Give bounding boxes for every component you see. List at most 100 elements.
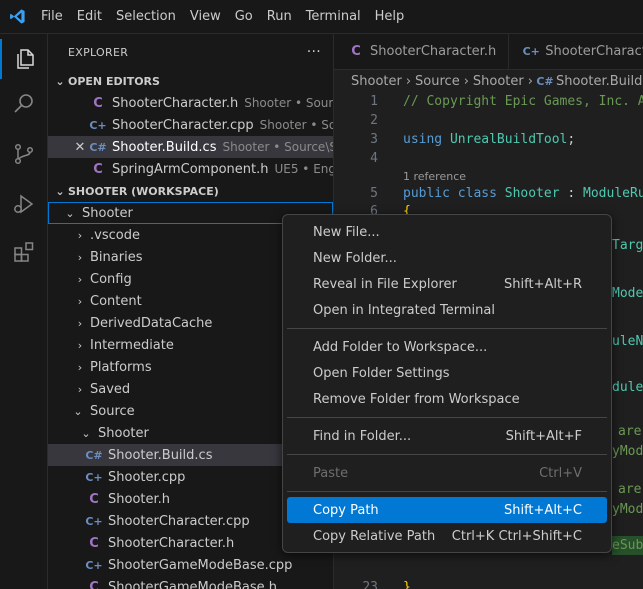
menu-item-open-in-terminal[interactable]: Open in Integrated Terminal: [287, 297, 607, 323]
menu-item-label: Remove Folder from Workspace: [313, 391, 520, 407]
menu-go[interactable]: Go: [228, 0, 260, 34]
chevron-down-icon: ⌄: [55, 184, 65, 198]
csharp-file-icon: C#: [89, 140, 107, 154]
chevron-right-icon: ›: [527, 73, 533, 89]
menu-item-add-folder-to-workspace[interactable]: Add Folder to Workspace...: [287, 334, 607, 360]
menu-item-remove-folder-from-workspace[interactable]: Remove Folder from Workspace: [287, 386, 607, 412]
menu-separator: [287, 491, 607, 492]
open-editor-item[interactable]: C+ ShooterCharacter.cpp Shooter • Sourc.…: [48, 114, 333, 136]
tree-item-label: Shooter.h: [108, 491, 171, 507]
menu-terminal[interactable]: Terminal: [299, 0, 368, 34]
menu-help[interactable]: Help: [368, 0, 412, 34]
menu-item-shortcut: Shift+Alt+F: [505, 428, 582, 444]
tree-item-label: DerivedDataCache: [90, 315, 213, 331]
chevron-right-icon: ›: [77, 360, 83, 374]
extensions-icon[interactable]: [0, 232, 48, 272]
code-comment: // Copyright Epic Games, Inc. All Rights…: [403, 94, 643, 109]
menu-run[interactable]: Run: [260, 0, 299, 34]
line-number: 4: [370, 151, 378, 166]
c-header-file-icon: C: [89, 579, 99, 589]
run-debug-icon[interactable]: [0, 184, 48, 224]
open-editor-path: Shooter • Sourc...: [259, 118, 333, 132]
menu-item-label: Open Folder Settings: [313, 365, 450, 381]
tree-item-label: Platforms: [90, 359, 152, 375]
tab-shooter-character-h[interactable]: C ShooterCharacter.h: [334, 34, 510, 69]
open-editor-item-active[interactable]: ✕ C# Shooter.Build.cs Shooter • Source\S…: [48, 136, 333, 158]
menu-item-label: New File...: [313, 224, 380, 240]
menu-separator: [287, 328, 607, 329]
menu-item-new-file[interactable]: New File...: [287, 219, 607, 245]
explorer-header: EXPLORER ···: [48, 34, 333, 70]
code-fragment: duleR: [612, 380, 643, 395]
tree-item-label: ShooterGameModeBase.h: [108, 579, 277, 589]
menu-item-copy-relative-path[interactable]: Copy Relative Path Ctrl+K Ctrl+Shift+C: [287, 523, 607, 549]
menu-item-label: Paste: [313, 465, 349, 481]
code-fragment: Targ: [612, 238, 643, 253]
more-actions-icon[interactable]: ···: [307, 44, 321, 60]
code-type: ModuleRules: [583, 186, 643, 201]
close-icon[interactable]: ✕: [72, 140, 88, 155]
codelens-references[interactable]: 1 reference: [403, 170, 466, 183]
tree-item-label: Source: [90, 403, 135, 419]
code-type: UnrealBuildTool: [449, 132, 568, 147]
breadcrumb-item[interactable]: Source: [415, 74, 460, 89]
tree-file[interactable]: C ShooterGameModeBase.h: [48, 576, 333, 589]
workspace-header[interactable]: ⌄ SHOOTER (WORKSPACE): [48, 180, 333, 202]
menu-edit[interactable]: Edit: [70, 0, 109, 34]
chevron-right-icon: ›: [77, 272, 83, 286]
menu-item-label: Find in Folder...: [313, 428, 412, 444]
menu-item-label: Copy Path: [313, 502, 379, 518]
workspace-label: SHOOTER (WORKSPACE): [68, 184, 219, 198]
editor-tabs: C ShooterCharacter.h C+ ShooterCharacter…: [334, 34, 643, 70]
code-punct: :: [559, 186, 584, 201]
explorer-icon[interactable]: [0, 39, 48, 79]
open-editor-item[interactable]: C ShooterCharacter.h Shooter • Source\..…: [48, 92, 333, 114]
menu-item-label: Copy Relative Path: [313, 528, 436, 544]
code-keyword: public class: [403, 186, 497, 201]
menu-item-reveal-in-file-explorer[interactable]: Reveal in File Explorer Shift+Alt+R: [287, 271, 607, 297]
search-icon[interactable]: [0, 84, 48, 124]
cpp-file-icon: C+: [85, 514, 103, 528]
menu-item-label: Reveal in File Explorer: [313, 276, 457, 292]
menu-item-open-folder-settings[interactable]: Open Folder Settings: [287, 360, 607, 386]
code-line: 23 }: [334, 578, 410, 589]
chevron-down-icon: ⌄: [55, 74, 65, 88]
menu-item-label: Open in Integrated Terminal: [313, 302, 495, 318]
menu-view[interactable]: View: [183, 0, 228, 34]
tree-item-label: Shooter.cpp: [108, 469, 186, 485]
menu-selection[interactable]: Selection: [109, 0, 183, 34]
tree-item-label: Intermediate: [90, 337, 174, 353]
chevron-right-icon: ›: [77, 294, 83, 308]
activity-bar: [0, 34, 48, 589]
tree-item-label: Content: [90, 293, 142, 309]
tree-item-label: ShooterCharacter.h: [108, 535, 235, 551]
open-editors-header[interactable]: ⌄ OPEN EDITORS: [48, 70, 333, 92]
tree-item-label: Shooter.Build.cs: [108, 447, 213, 463]
context-menu: New File... New Folder... Reveal in File…: [282, 214, 612, 553]
menu-item-shortcut: Ctrl+V: [539, 465, 582, 481]
menu-separator: [287, 454, 607, 455]
open-editor-item[interactable]: C SpringArmComponent.h UE5 • Engine...: [48, 158, 333, 180]
line-number: 1: [370, 94, 378, 109]
menu-item-copy-path[interactable]: Copy Path Shift+Alt+C: [287, 497, 607, 523]
cpp-file-icon: C+: [85, 470, 103, 484]
tab-label: ShooterCharacter.cpp: [545, 44, 643, 59]
chevron-right-icon: ›: [405, 73, 412, 89]
open-editor-path: Shooter • Source\...: [244, 96, 333, 110]
tab-shooter-character-cpp[interactable]: C+ ShooterCharacter.cpp: [509, 34, 643, 69]
code-line: 3 using UnrealBuildTool;: [334, 130, 575, 149]
menu-item-new-folder[interactable]: New Folder...: [287, 245, 607, 271]
tree-item-label: Saved: [90, 381, 131, 397]
code-fragment: yMode: [612, 444, 643, 459]
tree-item-label: ShooterGameModeBase.cpp: [108, 557, 293, 573]
breadcrumb-item[interactable]: Shooter: [473, 74, 524, 89]
breadcrumb-item[interactable]: Shooter: [351, 74, 402, 89]
menu-file[interactable]: File: [34, 0, 70, 34]
tree-file[interactable]: C+ ShooterGameModeBase.cpp: [48, 554, 333, 576]
code-keyword: using: [403, 132, 443, 147]
tree-item-label: Binaries: [90, 249, 143, 265]
menu-item-label: Add Folder to Workspace...: [313, 339, 488, 355]
source-control-icon[interactable]: [0, 134, 48, 174]
menu-item-find-in-folder[interactable]: Find in Folder... Shift+Alt+F: [287, 423, 607, 449]
breadcrumb-item[interactable]: Shooter.Build.cs: [556, 74, 643, 89]
